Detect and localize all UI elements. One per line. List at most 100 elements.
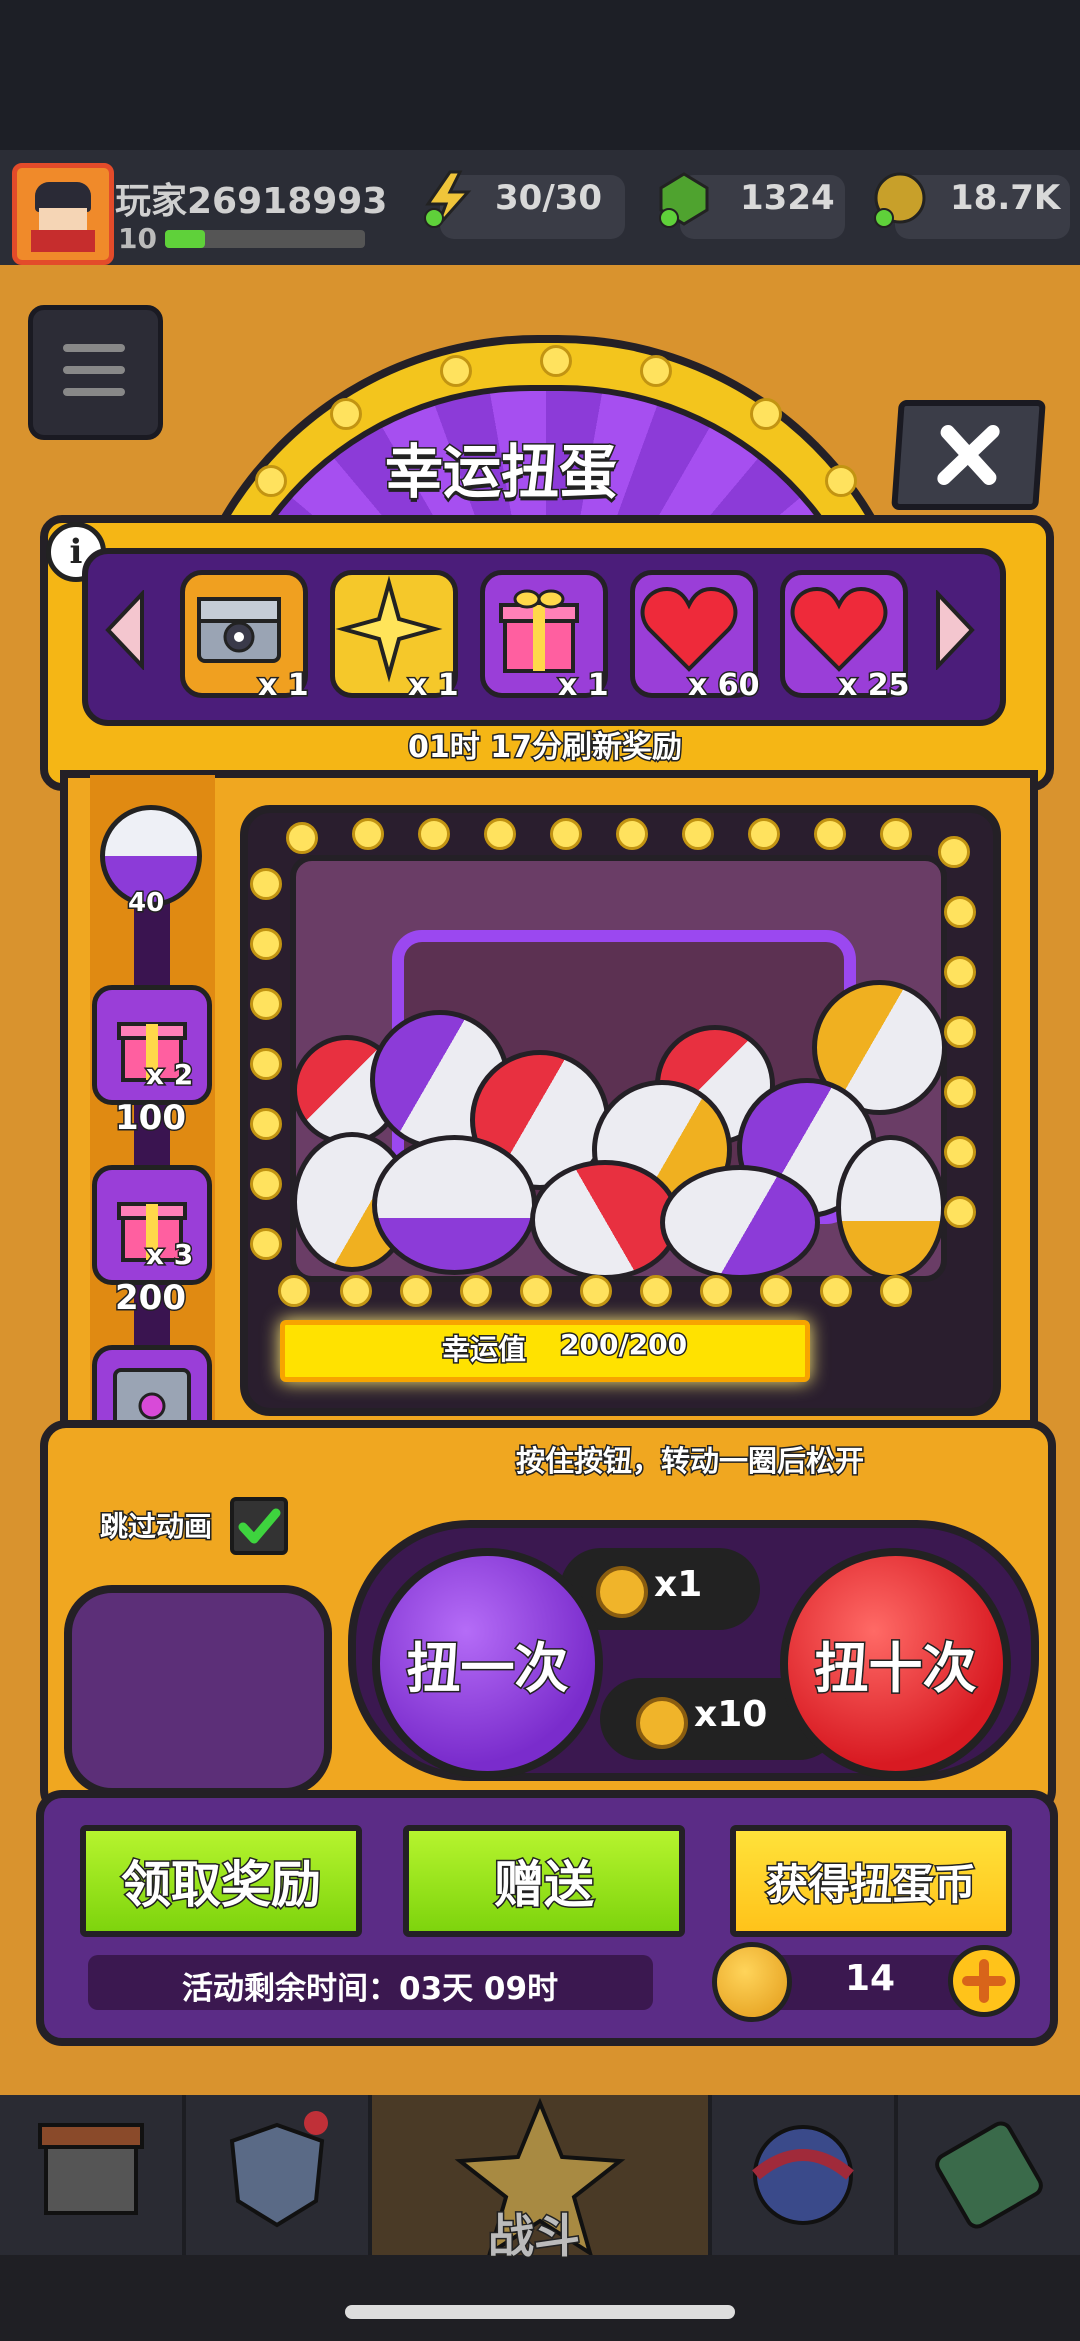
prize-count: x 1: [257, 667, 311, 705]
marquee-bulb: [330, 398, 362, 430]
shop-icon: [38, 2123, 144, 2215]
spin-once-label: 扭一次: [405, 1636, 570, 1702]
window-bulb: [250, 988, 282, 1020]
window-bulb: [944, 1016, 976, 1048]
get-capsule-coins-label: 获得扭蛋币: [764, 1858, 977, 1910]
chest-icon: [113, 1368, 191, 1430]
avatar[interactable]: [12, 163, 114, 265]
window-bulb: [460, 1275, 492, 1307]
window-bulb: [880, 1275, 912, 1307]
claim-reward-button[interactable]: 领取奖励: [80, 1825, 362, 1937]
spin-ten-button[interactable]: 扭十次: [780, 1548, 1011, 1779]
claim-reward-label: 领取奖励: [120, 1855, 323, 1916]
chest-icon: [197, 597, 281, 663]
spin-once-button[interactable]: 扭一次: [372, 1548, 603, 1779]
window-bulb: [250, 868, 282, 900]
skip-animation-label: 跳过动画: [98, 1509, 213, 1545]
window-bulb: [616, 818, 648, 850]
milestone-track: [134, 880, 170, 1420]
gift-icon: [499, 589, 579, 673]
window-bulb: [550, 818, 582, 850]
player-level: 10: [118, 222, 157, 255]
marquee-bulb: [255, 465, 287, 497]
luck-bar: [280, 1320, 810, 1382]
nav-tab-talents[interactable]: [712, 2095, 898, 2255]
arrow-left-icon: [105, 588, 144, 672]
menu-button[interactable]: [28, 305, 163, 440]
skip-animation-checkbox[interactable]: [230, 1497, 288, 1555]
window-bulb: [760, 1275, 792, 1307]
nav-tab-evolve[interactable]: [898, 2095, 1080, 2255]
nav-tab-equipment[interactable]: [186, 2095, 372, 2255]
window-bulb: [814, 818, 846, 850]
window-bulb: [938, 836, 970, 868]
window-bulb: [250, 1168, 282, 1200]
close-icon: [937, 425, 1000, 485]
gift-button[interactable]: 赠送: [403, 1825, 685, 1937]
window-bulb: [640, 1275, 672, 1307]
player-name: 玩家26918993: [115, 181, 388, 222]
gift-label: 赠送: [493, 1855, 596, 1916]
checkmark-icon: [238, 1508, 281, 1544]
window-bulb: [250, 928, 282, 960]
window-bulb: [944, 1196, 976, 1228]
milestone-count: x 2: [144, 1057, 194, 1093]
remaining-time: 活动剩余时间：03天 09时: [182, 1971, 559, 2007]
energy-value: 30/30: [495, 178, 603, 218]
window-bulb: [250, 1048, 282, 1080]
refresh-timer: 01时 17分刷新奖励: [407, 729, 684, 767]
plus-icon: [962, 1959, 1006, 2003]
capsule-coin-count: 14: [845, 1958, 896, 1999]
get-capsule-coins-button[interactable]: 获得扭蛋币: [730, 1825, 1012, 1937]
window-bulb: [520, 1275, 552, 1307]
window-bulb: [748, 818, 780, 850]
coins-value: 18.7K: [950, 178, 1061, 218]
marquee-bulb: [825, 465, 857, 497]
window-bulb: [250, 1228, 282, 1260]
prize-count: x 1: [407, 667, 461, 705]
globe-icon: [752, 2125, 854, 2225]
milestone-label: 200: [114, 1277, 188, 1320]
coin-icon: [596, 1566, 648, 1618]
prize-count: x 1: [557, 667, 611, 705]
nav-tab-battle-label: 战斗: [487, 2208, 582, 2265]
spin-ten-cost: x10: [692, 1693, 768, 1737]
milestone-reward[interactable]: [92, 1345, 212, 1430]
window-bulb: [286, 822, 318, 854]
prize-count: x 60: [687, 667, 762, 705]
prize-count: x 25: [837, 667, 912, 705]
marquee-bulb: [440, 355, 472, 387]
milestone-label: 100: [114, 1097, 188, 1140]
energy-icon[interactable]: [420, 170, 478, 228]
window-bulb: [944, 1136, 976, 1168]
gem-icon[interactable]: [655, 170, 713, 228]
home-indicator: [345, 2305, 735, 2319]
shield-icon: [229, 2111, 328, 2228]
next-prize-arrow[interactable]: [934, 588, 976, 674]
close-button[interactable]: [891, 400, 1046, 510]
coin-icon[interactable]: [870, 170, 928, 228]
spin-once-cost: x1: [652, 1563, 703, 1607]
xp-bar: [165, 230, 365, 248]
marquee-bulb: [540, 345, 572, 377]
window-bulb: [484, 818, 516, 850]
star-icon: [335, 575, 443, 683]
heart-icon: [640, 586, 738, 672]
coin-icon: [636, 1697, 688, 1749]
capsule: [372, 1135, 537, 1275]
window-bulb: [278, 1275, 310, 1307]
capsule: [836, 1135, 946, 1280]
add-coins-button[interactable]: [948, 1945, 1020, 2017]
window-bulb: [700, 1275, 732, 1307]
milestone-count: x 3: [144, 1237, 194, 1273]
machine-title: 幸运扭蛋: [383, 437, 618, 508]
window-bulb: [400, 1275, 432, 1307]
window-bulb: [418, 818, 450, 850]
luck-value: 200/200: [558, 1327, 688, 1363]
window-bulb: [944, 956, 976, 988]
arrow-right-icon: [936, 588, 975, 672]
spin-ten-label: 扭十次: [813, 1636, 978, 1702]
marquee-bulb: [750, 398, 782, 430]
nav-tab-shop[interactable]: [0, 2095, 186, 2255]
prev-prize-arrow[interactable]: [104, 588, 146, 674]
